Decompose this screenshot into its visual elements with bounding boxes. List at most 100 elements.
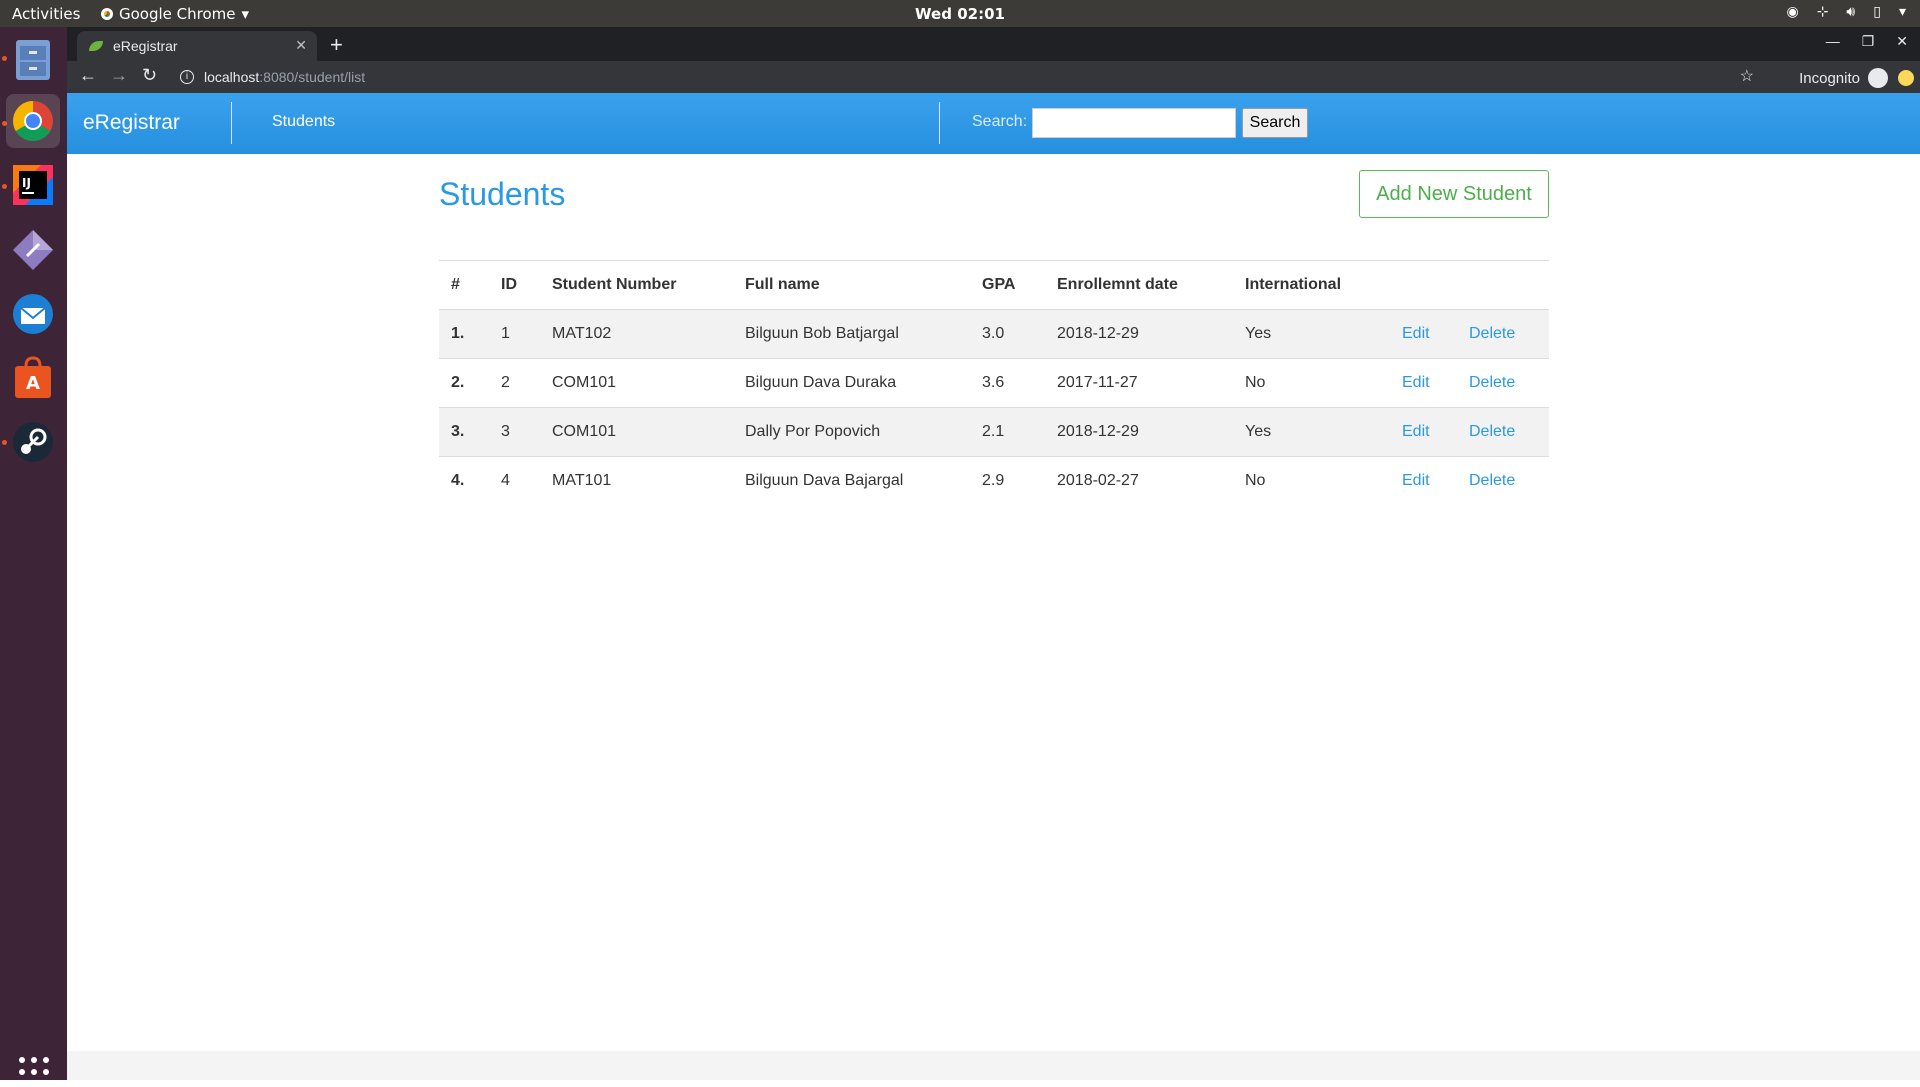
column-header-number: # [439,260,489,310]
steam-icon[interactable] [6,415,60,469]
delete-cell: Delete [1457,456,1549,506]
incognito-icon [1868,68,1888,88]
software-center-icon[interactable]: A [6,351,60,405]
system-top-bar: Activities Google Chrome ▾ Wed 02:01 ◉ ⊹… [0,0,1920,27]
column-header-student-number: Student Number [540,260,733,310]
chrome-dock-icon[interactable] [6,94,60,148]
files-icon[interactable] [6,33,60,87]
app-menu[interactable]: Google Chrome ▾ [101,5,249,23]
row-number: 2. [439,358,489,408]
delete-cell: Delete [1457,358,1549,408]
app-navbar: eRegistrar Students Search: Search [67,93,1920,154]
edit-cell: Edit [1390,358,1457,408]
edit-link[interactable]: Edit [1402,423,1430,440]
row-enrollment-date: 2018-12-29 [1045,309,1233,359]
delete-link[interactable]: Delete [1469,472,1515,489]
nav-divider [231,102,232,144]
row-full-name: Dally Por Popovich [733,407,970,457]
edit-cell: Edit [1390,456,1457,506]
page-footer [67,1051,1920,1080]
chevron-down-icon[interactable]: ▾ [1899,4,1906,20]
row-enrollment-date: 2018-02-27 [1045,456,1233,506]
clock[interactable]: Wed 02:01 [0,5,1920,23]
row-international: Yes [1233,407,1390,457]
info-icon[interactable]: i [180,70,194,84]
table-row: 4. 4 MAT101 Bilguun Dava Bajargal 2.9 20… [439,456,1549,506]
column-header-full-name: Full name [733,260,970,310]
svg-text:A: A [26,373,40,394]
reload-icon[interactable]: ↻ [142,65,157,86]
delete-cell: Delete [1457,309,1549,359]
forward-icon[interactable]: → [110,65,128,86]
row-gpa: 2.1 [970,407,1045,457]
thunderbird-icon[interactable] [6,287,60,341]
row-id: 4 [489,456,540,506]
volume-icon[interactable]: 🔊︎ [1846,4,1855,20]
system-tray[interactable]: ◉ ⊹ 🔊︎ ▯ ▾ [1786,4,1906,20]
column-header-delete [1457,260,1549,310]
edit-link[interactable]: Edit [1402,325,1430,342]
delete-cell: Delete [1457,407,1549,457]
table-row: 3. 3 COM101 Dally Por Popovich 2.1 2018-… [439,407,1549,457]
row-international: No [1233,456,1390,506]
row-number: 3. [439,407,489,457]
table-row: 1. 1 MAT102 Bilguun Bob Batjargal 3.0 20… [439,309,1549,359]
row-gpa: 3.6 [970,358,1045,408]
tab-title: eRegistrar [113,38,178,54]
row-student-number: COM101 [540,358,733,408]
edit-cell: Edit [1390,309,1457,359]
search-button[interactable]: Search [1242,108,1308,138]
chrome-window: eRegistrar ✕ + — ❐ ✕ ← → ↻ i localhost:8… [67,27,1920,1080]
row-gpa: 3.0 [970,309,1045,359]
browser-toolbar: ← → ↻ i localhost:8080/student/list ☆ In… [67,61,1920,93]
battery-icon[interactable]: ▯ [1873,4,1881,20]
table-row: 2. 2 COM101 Bilguun Dava Duraka 3.6 2017… [439,358,1549,408]
dock: IJ A [0,27,67,1087]
network-icon[interactable]: ⊹ [1817,4,1829,20]
bookmark-star-icon[interactable]: ☆ [1740,66,1754,86]
back-icon[interactable]: ← [79,65,97,86]
add-new-student-button[interactable]: Add New Student [1359,170,1549,218]
minimize-icon[interactable]: — [1826,33,1840,50]
table-header-row: # ID Student Number Full name GPA Enroll… [439,260,1549,310]
tab-eregistrar[interactable]: eRegistrar ✕ [77,31,317,61]
row-enrollment-date: 2017-11-27 [1045,358,1233,408]
row-full-name: Bilguun Dava Bajargal [733,456,970,506]
svg-text:IJ: IJ [22,176,31,190]
url-path: :8080/student/list [259,69,366,85]
row-student-number: COM101 [540,407,733,457]
row-number: 4. [439,456,489,506]
incognito-label: Incognito [1799,69,1860,87]
extension-icon[interactable] [1898,70,1914,86]
nav-students-link[interactable]: Students [272,113,335,131]
search-input[interactable] [1032,108,1236,138]
close-icon[interactable]: ✕ [295,37,307,54]
row-id: 2 [489,358,540,408]
close-window-icon[interactable]: ✕ [1896,33,1908,50]
url-host: localhost [204,69,260,85]
row-id: 1 [489,309,540,359]
edit-link[interactable]: Edit [1402,374,1430,391]
restore-icon[interactable]: ❐ [1862,33,1875,50]
nav-divider [939,102,940,144]
brand-link[interactable]: eRegistrar [83,111,180,135]
steam-tray-icon[interactable]: ◉ [1786,4,1798,20]
row-number: 1. [439,309,489,359]
edit-link[interactable]: Edit [1402,472,1430,489]
new-tab-icon[interactable]: + [330,32,343,58]
chrome-icon [101,8,113,20]
intellij-icon[interactable]: IJ [6,158,60,212]
delete-link[interactable]: Delete [1469,325,1515,342]
show-applications-icon[interactable] [19,1057,49,1087]
row-student-number: MAT101 [540,456,733,506]
column-header-international: International [1233,260,1390,310]
column-header-gpa: GPA [970,260,1045,310]
activities-button[interactable]: Activities [12,5,80,23]
tab-strip: eRegistrar ✕ + — ❐ ✕ [67,27,1920,61]
editor-icon[interactable] [6,223,60,277]
delete-link[interactable]: Delete [1469,374,1515,391]
incognito-indicator[interactable]: Incognito [1799,68,1888,88]
column-header-edit [1390,260,1457,310]
address-bar[interactable]: i localhost:8080/student/list [180,63,1780,91]
delete-link[interactable]: Delete [1469,423,1515,440]
